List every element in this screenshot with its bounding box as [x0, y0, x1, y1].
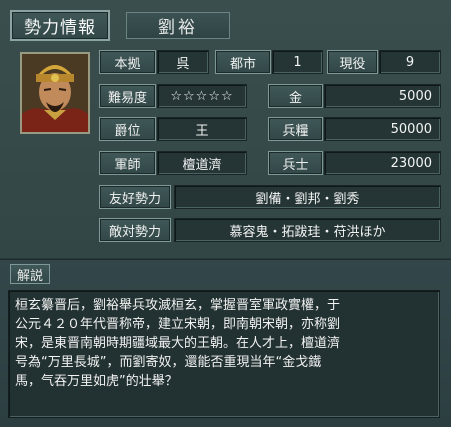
explanation-tab: 解説	[10, 264, 50, 284]
explanation-line: 号為“万里長城”，而劉寄奴，還能否重現当年“金戈鐵	[15, 355, 322, 370]
toshi-value: 1	[272, 50, 323, 74]
explanation-line: 桓玄纂晋后，劉裕舉兵攻滅桓玄，掌握晋室軍政實權，于	[15, 298, 341, 313]
gold-label: 金	[268, 84, 323, 108]
food-value: 50000	[324, 117, 441, 141]
food-label: 兵糧	[268, 117, 323, 141]
advisor-value: 檀道濟	[157, 151, 247, 175]
explanation-line: 公元４２０年代晋称帝，建立宋朝，即南朝宋朝，亦称劉	[15, 317, 341, 332]
ruler-name: 劉裕	[126, 12, 230, 39]
hostile-factions-value: 慕容鬼・拓跋珪・苻洪ほか	[174, 218, 441, 242]
soldiers-value: 23000	[324, 151, 441, 175]
gold-value: 5000	[324, 84, 441, 108]
difficulty-value: ☆☆☆☆☆	[157, 84, 247, 108]
geneki-label: 現役	[327, 50, 378, 74]
rank-label: 爵位	[99, 117, 156, 141]
explanation-line: 宋，是東晋南朝時期疆域最大的王朝。在人才上，檀道濟	[15, 336, 341, 351]
honkyo-label: 本拠	[99, 50, 156, 74]
advisor-label: 軍師	[99, 151, 156, 175]
difficulty-label: 難易度	[99, 84, 156, 108]
hostile-factions-label: 敵対勢力	[99, 218, 171, 242]
explanation-text: 桓玄纂晋后，劉裕舉兵攻滅桓玄，掌握晋室軍政實權，于 公元４２０年代晋称帝，建立宋…	[8, 290, 440, 418]
friendly-factions-label: 友好勢力	[99, 185, 171, 209]
friendly-factions-value: 劉備・劉邦・劉秀	[174, 185, 441, 209]
honkyo-value: 呉	[157, 50, 209, 74]
ruler-portrait	[20, 52, 90, 134]
geneki-value: 9	[379, 50, 441, 74]
page-title: 勢力情報	[10, 10, 110, 41]
rank-value: 王	[157, 117, 247, 141]
explanation-line: 馬，气吞万里如虎”的壮舉？	[15, 374, 178, 389]
toshi-label: 都市	[215, 50, 271, 74]
soldiers-label: 兵士	[268, 151, 323, 175]
portrait-icon	[22, 54, 88, 132]
